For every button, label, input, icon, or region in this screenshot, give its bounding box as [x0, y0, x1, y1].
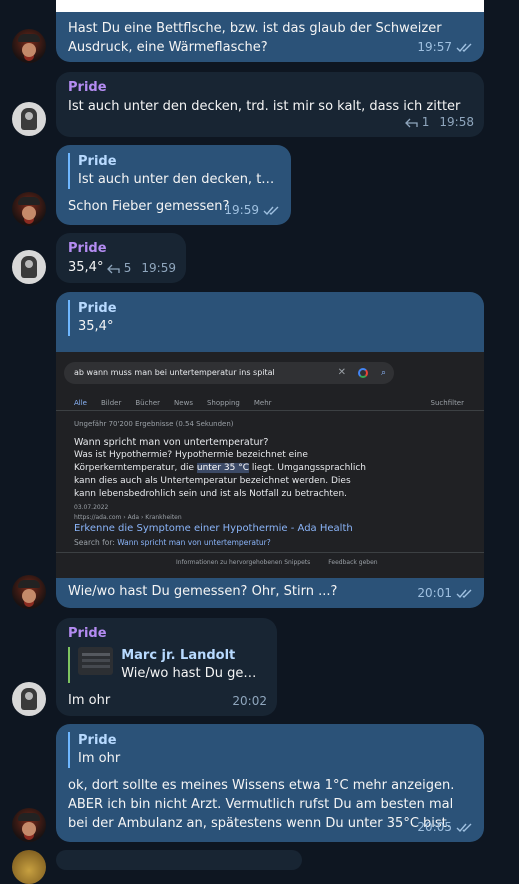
message-bubble-next[interactable]	[56, 850, 302, 870]
quote-sender: Pride	[78, 733, 117, 748]
footer-feedback: Feedback geben	[328, 559, 378, 566]
message-meta: 20:01	[417, 584, 474, 603]
message-text: ok, dort sollte es meines Wissens etwa 1…	[68, 778, 455, 831]
result-count: Ungefähr 70'200 Ergebnisse (0.54 Sekunde…	[74, 420, 234, 428]
message-meta: 20:05	[417, 818, 474, 837]
message-time: 20:02	[232, 694, 267, 708]
search-for: Search for: Wann spricht man von unterte…	[74, 537, 271, 549]
result-link: Erkenne die Symptome einer Hypothermie -…	[74, 523, 353, 534]
message-meta: 19:57	[417, 38, 474, 57]
avatar-next[interactable]	[12, 850, 46, 884]
reply-quote[interactable]: Pride Ist auch unter den decken, trd. i.…	[68, 153, 279, 189]
avatar-marc[interactable]	[12, 808, 46, 842]
message-time: 19:59	[224, 203, 259, 217]
message-bubble-incoming[interactable]: Pride Marc jr. Landolt Wie/wo hast Du ge…	[56, 618, 277, 716]
tab-all: Alle	[74, 399, 87, 407]
tab-shopping: Shopping	[206, 399, 240, 407]
message-bubble-incoming[interactable]: Pride Ist auch unter den decken, trd. is…	[56, 72, 484, 137]
avatar-marc[interactable]	[12, 575, 46, 609]
sender-name[interactable]: Pride	[68, 240, 174, 258]
quote-sender: Marc jr. Landolt	[121, 648, 236, 663]
message-bubble-outgoing[interactable]: Pride Ist auch unter den decken, trd. i.…	[56, 145, 291, 225]
search-tabs: Alle Bilder Bücher News Shopping Mehr Su…	[74, 397, 464, 409]
answer-highlight: unter 35 °C	[196, 463, 249, 473]
avatar-marc[interactable]	[12, 192, 46, 226]
avatar-pride[interactable]	[12, 682, 46, 716]
tools-label: Suchfilter	[430, 399, 464, 407]
double-check-icon	[456, 823, 472, 832]
quote-text: Ist auch unter den decken, trd. i...	[78, 172, 279, 187]
message-bubble-outgoing[interactable]: Hast Du eine Bettflsche, bzw. ist das gl…	[56, 12, 484, 62]
reply-arrow-icon	[404, 118, 418, 127]
avatar-pride[interactable]	[12, 102, 46, 136]
answer-date: 03.07.2022	[74, 504, 109, 511]
close-icon: ✕	[337, 367, 346, 378]
message-meta: 20:02	[232, 692, 267, 711]
message-bubble-incoming[interactable]: Pride 35,4° 5 19:59	[56, 233, 186, 283]
message-text: Wie/wo hast Du gemessen? Ohr, Stirn ...?	[68, 584, 338, 599]
divider	[56, 410, 484, 411]
message-meta: 5 19:59	[106, 259, 176, 278]
attached-screenshot[interactable]: ab wann muss man bei untertemperatur ins…	[56, 352, 484, 578]
message-time: 19:57	[417, 40, 452, 54]
snippet-question: Wann spricht man von untertemperatur?	[74, 437, 269, 448]
footer-info: Informationen zu hervorgehobenen Snippet…	[176, 559, 311, 566]
snippet-footer: Informationen zu hervorgehobenen Snippet…	[176, 557, 378, 569]
double-check-icon	[456, 43, 472, 52]
reply-count[interactable]: 1	[422, 113, 430, 132]
quote-sender: Pride	[78, 154, 117, 169]
message-time: 19:58	[439, 115, 474, 129]
avatar-pride[interactable]	[12, 250, 46, 284]
search-query-bar: ab wann muss man bei untertemperatur ins…	[64, 362, 394, 384]
tab-more: Mehr	[253, 399, 272, 407]
message-time: 20:05	[417, 820, 452, 834]
search-icon: ⌕	[380, 368, 386, 378]
quote-text: Im ohr	[78, 751, 121, 766]
previous-media-strip	[56, 0, 484, 12]
quote-text: Wie/wo hast Du geme...	[121, 666, 265, 681]
double-check-icon	[456, 589, 472, 598]
message-meta: 1 19:58	[404, 113, 474, 132]
reply-count[interactable]: 5	[124, 259, 132, 278]
reply-quote[interactable]: Pride Im ohr	[68, 732, 472, 768]
search-for-label: Search for:	[74, 538, 115, 547]
tab-images: Bilder	[101, 399, 122, 407]
divider	[56, 552, 484, 553]
message-time: 20:01	[417, 586, 452, 600]
quote-text: 35,4°	[78, 319, 114, 334]
sender-name[interactable]: Pride	[68, 79, 472, 97]
reply-quote[interactable]: Pride 35,4°	[68, 300, 472, 336]
google-lens-icon	[358, 368, 368, 378]
tab-books: Bücher	[135, 399, 161, 407]
avatar-marc[interactable]	[12, 29, 46, 63]
message-time: 19:59	[141, 261, 176, 275]
reply-arrow-icon	[106, 264, 120, 273]
search-for-link: Wann spricht man von untertemperatur?	[117, 538, 271, 547]
sender-name[interactable]: Pride	[68, 625, 265, 643]
search-query: ab wann muss man bei untertemperatur ins…	[74, 368, 275, 377]
quote-sender: Pride	[78, 301, 117, 316]
double-check-icon	[263, 206, 279, 215]
tab-news: News	[174, 399, 193, 407]
message-text: Hast Du eine Bettflsche, bzw. ist das gl…	[68, 21, 442, 55]
quote-thumbnail	[78, 647, 114, 675]
message-bubble-outgoing[interactable]: Pride Im ohr ok, dort sollte es meines W…	[56, 724, 484, 842]
reply-quote[interactable]: Marc jr. Landolt Wie/wo hast Du geme...	[68, 647, 265, 683]
snippet-answer: Was ist Hypothermie? Hypothermie bezeich…	[74, 449, 374, 514]
message-meta: 19:59	[224, 201, 281, 220]
